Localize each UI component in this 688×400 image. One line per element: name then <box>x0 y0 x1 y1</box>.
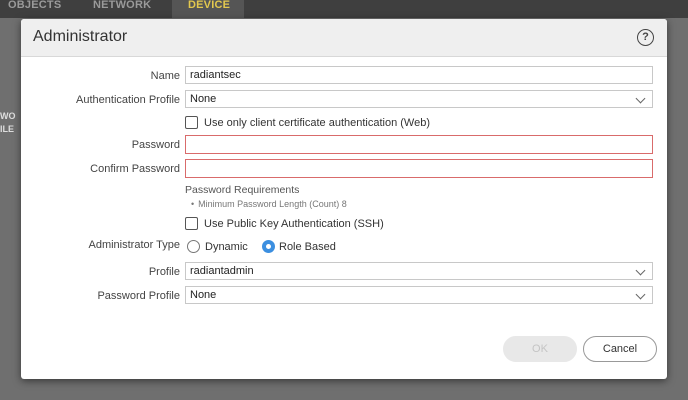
password-requirement-text: Minimum Password Length (Count) 8 <box>198 199 347 209</box>
password-profile-value: None <box>190 289 217 301</box>
help-icon[interactable]: ? <box>637 29 654 46</box>
profile-label: Profile <box>148 266 180 278</box>
administrator-dialog: Administrator ? Name radiantsec Authenti… <box>21 19 667 379</box>
chevron-down-icon <box>635 93 646 104</box>
tab-device[interactable]: DEVICE <box>172 0 244 18</box>
bullet-icon: • <box>191 199 195 209</box>
tab-network[interactable]: NETWORK <box>93 0 151 18</box>
radio-dynamic-label: Dynamic <box>205 241 248 253</box>
name-label: Name <box>150 70 180 82</box>
top-nav-bar: OBJECTS NETWORK DEVICE <box>0 0 688 18</box>
confirm-password-label: Confirm Password <box>90 163 180 175</box>
cancel-button[interactable]: Cancel <box>583 336 657 362</box>
chevron-down-icon <box>635 289 646 300</box>
ok-button[interactable]: OK <box>503 336 577 362</box>
radio-role-based-label: Role Based <box>279 241 336 253</box>
password-requirement-item: • Minimum Password Length (Count) 8 <box>191 199 347 209</box>
admin-type-label: Administrator Type <box>88 239 180 251</box>
profile-value: radiantadmin <box>190 265 254 277</box>
tab-objects[interactable]: OBJECTS <box>8 0 61 18</box>
auth-profile-label: Authentication Profile <box>76 94 180 106</box>
auth-profile-select[interactable]: None <box>185 90 653 108</box>
confirm-password-input[interactable] <box>185 159 653 178</box>
public-key-checkbox[interactable] <box>185 217 198 230</box>
dialog-header: Administrator ? <box>21 19 667 57</box>
chevron-down-icon <box>635 265 646 276</box>
password-profile-label: Password Profile <box>97 290 180 302</box>
name-input[interactable]: radiantsec <box>185 66 653 84</box>
radio-role-based[interactable] <box>262 240 275 253</box>
password-profile-select[interactable]: None <box>185 286 653 304</box>
dialog-title: Administrator <box>33 28 128 45</box>
auth-profile-value: None <box>190 93 217 105</box>
radio-dynamic[interactable] <box>187 240 200 253</box>
client-cert-checkbox[interactable] <box>185 116 198 129</box>
bg-partial-text-2: ILE <box>0 124 15 134</box>
password-label: Password <box>131 139 180 151</box>
client-cert-label: Use only client certificate authenticati… <box>204 117 431 129</box>
bg-partial-text-1: WO <box>0 111 16 121</box>
public-key-label: Use Public Key Authentication (SSH) <box>204 218 384 230</box>
password-requirements-title: Password Requirements <box>185 184 300 196</box>
profile-select[interactable]: radiantadmin <box>185 262 653 280</box>
password-input[interactable] <box>185 135 653 154</box>
